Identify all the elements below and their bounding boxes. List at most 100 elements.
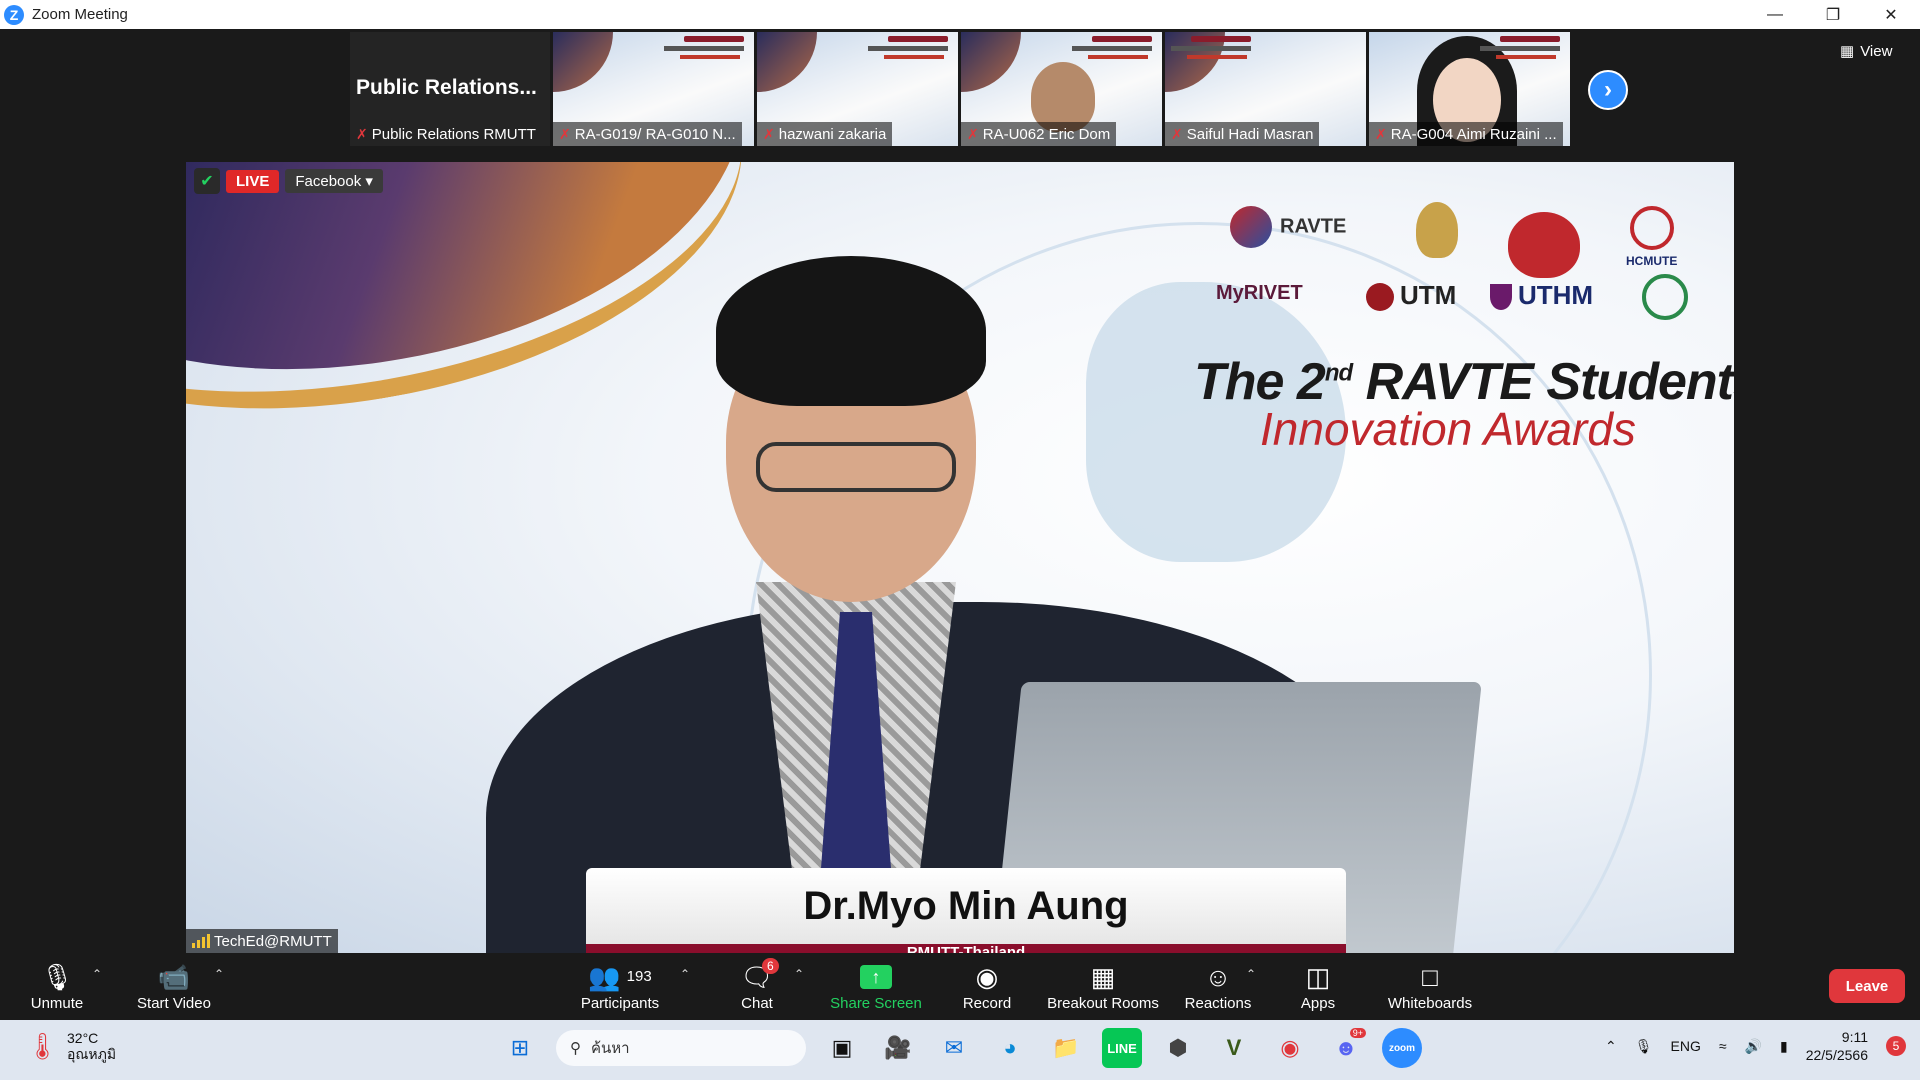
breakout-rooms-icon: ▦ [1090, 962, 1116, 992]
audio-options-caret[interactable]: ⌃ [92, 967, 102, 981]
participant-tile[interactable]: ✗ Saiful Hadi Masran [1165, 32, 1366, 146]
signal-strength-icon [192, 934, 210, 948]
livestream-dropdown[interactable]: Facebook ▾ [285, 169, 383, 193]
mic-muted-icon: ✗ [763, 125, 775, 142]
participant-tile[interactable]: ✗ RA-U062 Eric Dom [961, 32, 1162, 146]
window-title: Zoom Meeting [32, 6, 128, 23]
weather-label: อุณหภูมิ [67, 1046, 117, 1062]
reactions-options-caret[interactable]: ⌃ [1246, 967, 1256, 981]
leave-button[interactable]: Leave [1829, 969, 1905, 1003]
search-icon: ⚲ [570, 1040, 581, 1057]
live-badge: LIVE [226, 169, 280, 193]
participant-tile[interactable]: Public Relations... ✗ Public Relations RM… [350, 32, 550, 146]
share-screen-button[interactable]: ↑ Share Screen [830, 953, 922, 1020]
chat-unread-badge: 6 [762, 958, 779, 974]
record-button[interactable]: ◉ Record [962, 953, 1012, 1020]
file-explorer-icon[interactable]: 📁 [1046, 1028, 1086, 1068]
active-speaker-label: TechEd@RMUTT [186, 929, 338, 953]
participants-options-caret[interactable]: ⌃ [680, 967, 690, 981]
reactions-icon: ☺ [1204, 962, 1232, 992]
meeting-toolbar: 🎙 Unmute ⌃ 📹 Start Video ⌃ 👥 193 Particip… [0, 953, 1920, 1020]
chevron-up-icon[interactable]: ⌃ [1605, 1038, 1617, 1055]
university-seal-logo [1416, 202, 1458, 258]
apps-icon: ◫ [1305, 962, 1331, 992]
participant-name: hazwani zakaria [778, 125, 887, 143]
record-icon: ◉ [975, 962, 999, 992]
chat-options-caret[interactable]: ⌃ [794, 967, 804, 981]
mic-muted-icon: ✗ [1375, 125, 1387, 142]
video-options-caret[interactable]: ⌃ [214, 967, 224, 981]
wifi-icon[interactable]: ≈ [1719, 1038, 1727, 1054]
security-shield-icon[interactable]: ✔ [194, 168, 220, 194]
mic-muted-icon: ✗ [967, 125, 979, 142]
task-view-icon[interactable]: ▣ [822, 1028, 862, 1068]
close-button[interactable]: ✕ [1862, 0, 1920, 29]
windows-taskbar: 🌡 32°C อุณหภูมิ ⊞ ⚲ ค้นหา ▣ 🎥 ✉ ◕ 📁 LINE… [0, 1020, 1920, 1080]
participants-button[interactable]: 👥 193 Participants [578, 953, 662, 1020]
weather-widget[interactable]: 🌡 32°C อุณหภูมิ [26, 1030, 116, 1062]
taskbar-search[interactable]: ⚲ ค้นหา [556, 1030, 806, 1066]
mail-icon[interactable]: ✉ [934, 1028, 974, 1068]
view-label: View [1860, 42, 1893, 60]
system-tray: ⌃ 🎙 ENG ≈ 🔊 ▮ 9:11 22/5/2566 5 [1605, 1028, 1906, 1064]
chrome-browser-icon[interactable]: ◉ [1270, 1028, 1310, 1068]
mic-muted-icon: ✗ [356, 125, 368, 142]
participant-name: RA-G019/ RA-G010 N... [574, 125, 736, 143]
participant-tile[interactable]: ✗ RA-G019/ RA-G010 N... [553, 32, 754, 146]
reactions-button[interactable]: ☺ Reactions [1184, 953, 1252, 1020]
thermometer-icon: 🌡 [26, 1030, 60, 1061]
speaker-affiliation: RMUTT-Thailand [586, 944, 1346, 953]
microphone-muted-icon: 🎙 [40, 962, 74, 992]
speaker-name: Dr.Myo Min Aung [803, 883, 1129, 928]
line-app-icon[interactable]: LINE [1102, 1028, 1142, 1068]
clock[interactable]: 9:11 22/5/2566 [1806, 1028, 1868, 1064]
minimize-button[interactable]: — [1746, 0, 1804, 29]
whiteboards-button[interactable]: □ Whiteboards [1386, 953, 1474, 1020]
apps-button[interactable]: ◫ Apps [1300, 953, 1336, 1020]
participant-name: RA-G004 Aimi Ruzaini ... [1390, 125, 1557, 143]
discord-icon[interactable]: ☻ 9+ [1326, 1028, 1366, 1068]
participant-tile[interactable]: ✗ RA-G004 Aimi Ruzaini ... [1369, 32, 1570, 146]
language-indicator[interactable]: ENG [1671, 1038, 1701, 1054]
temperature: 32°C [67, 1030, 99, 1046]
unmute-button[interactable]: 🎙 Unmute [26, 953, 88, 1020]
participants-count: 193 [626, 968, 652, 985]
breakout-rooms-button[interactable]: ▦ Breakout Rooms [1046, 953, 1160, 1020]
app-cube-icon[interactable]: ⬢ [1158, 1028, 1198, 1068]
utm-logo: UTM [1366, 280, 1456, 312]
speaker-nameplate: Dr.Myo Min Aung [586, 868, 1346, 944]
next-page-button[interactable]: › [1588, 70, 1628, 110]
windows-start-icon[interactable]: ⊞ [500, 1028, 540, 1068]
event-subtitle: Innovation Awards [1260, 403, 1636, 455]
start-video-button[interactable]: 📹 Start Video [134, 953, 214, 1020]
microphone-icon[interactable]: 🎙 [1635, 1038, 1653, 1055]
participants-icon: 👥 [588, 962, 621, 992]
participant-tile[interactable]: ✗ hazwani zakaria [757, 32, 958, 146]
whiteboard-icon: □ [1422, 962, 1438, 992]
uthm-logo: UTHM [1490, 280, 1593, 311]
mic-muted-icon: ✗ [1171, 125, 1183, 142]
teams-meet-icon[interactable]: 🎥 [878, 1028, 918, 1068]
vectorworks-icon[interactable]: V [1214, 1028, 1254, 1068]
title-bar: Z Zoom Meeting — ❐ ✕ [0, 0, 1920, 29]
participant-name: Saiful Hadi Masran [1186, 125, 1314, 143]
grid-icon: ▦ [1840, 43, 1855, 60]
participant-name: Public Relations RMUTT [371, 125, 536, 143]
participant-strip: Public Relations... ✗ Public Relations RM… [350, 32, 1570, 146]
participant-name: RA-U062 Eric Dom [982, 125, 1111, 143]
view-button[interactable]: ▦ View [1840, 40, 1892, 62]
restore-button[interactable]: ❐ [1804, 0, 1862, 29]
share-screen-icon: ↑ [860, 965, 892, 989]
chevron-right-icon: › [1604, 76, 1612, 103]
notification-badge[interactable]: 5 [1886, 1036, 1906, 1056]
edge-browser-icon[interactable]: ◕ [990, 1028, 1030, 1068]
main-video[interactable]: ✔ LIVE Facebook ▾ RAVTE HCMUTE MyRIVET U… [186, 162, 1734, 953]
zoom-taskbar-icon[interactable]: zoom [1382, 1028, 1422, 1068]
discord-badge: 9+ [1349, 1028, 1366, 1038]
participant-display-name: Public Relations... [356, 76, 537, 99]
mic-muted-icon: ✗ [559, 125, 571, 142]
camera-off-icon: 📹 [157, 962, 191, 992]
battery-icon[interactable]: ▮ [1780, 1038, 1788, 1055]
zoom-logo-icon: Z [4, 4, 24, 25]
volume-icon[interactable]: 🔊 [1745, 1038, 1762, 1055]
